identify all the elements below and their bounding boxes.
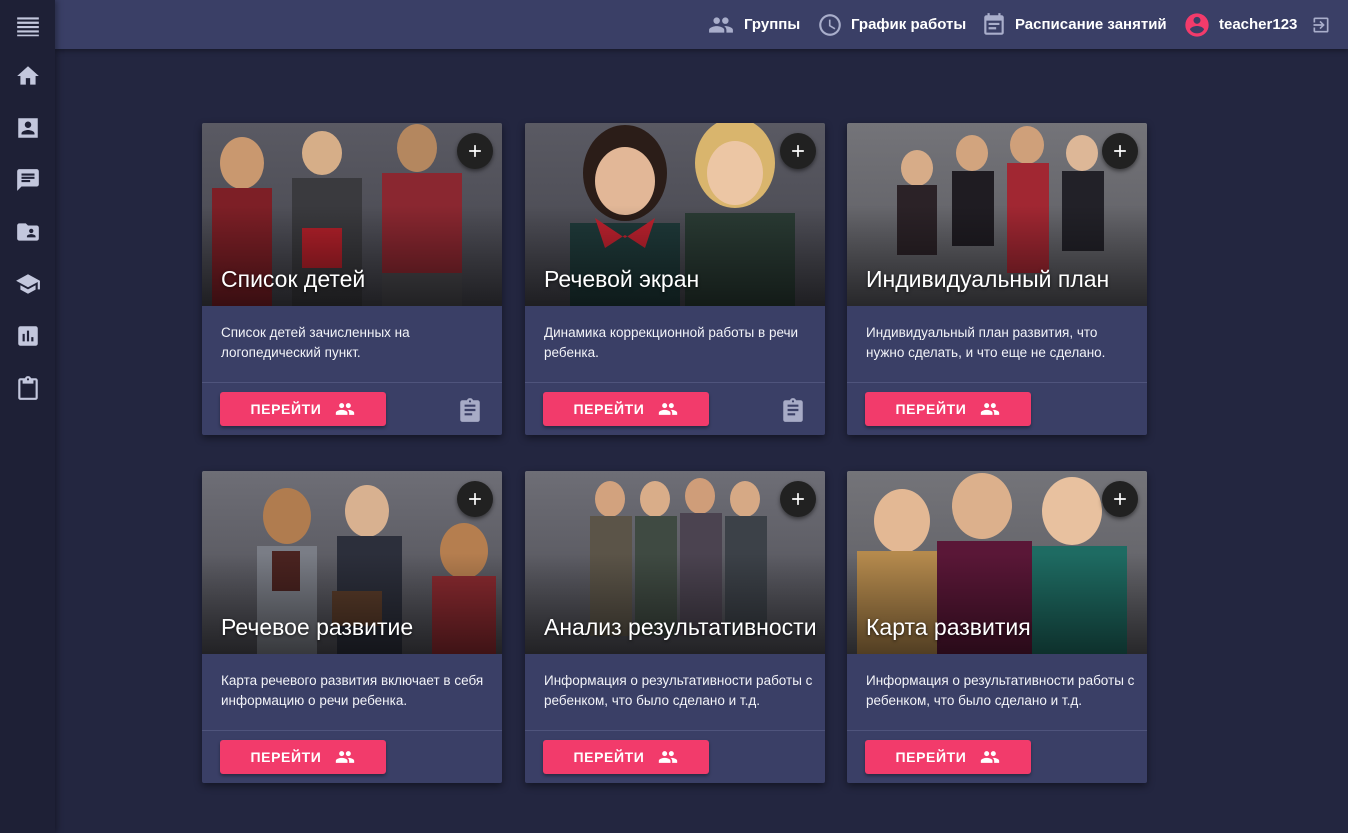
plus-icon bbox=[1114, 493, 1126, 505]
calendar-icon bbox=[984, 12, 1004, 35]
go-button-label: ПЕРЕЙТИ bbox=[895, 401, 967, 417]
card-media: Индивидуальный план bbox=[847, 123, 1147, 306]
add-button[interactable] bbox=[457, 133, 493, 169]
assignment-icon bbox=[460, 398, 480, 422]
divider bbox=[525, 382, 825, 383]
contact-card-icon bbox=[17, 118, 38, 138]
plus-icon bbox=[792, 145, 804, 157]
people-icon bbox=[709, 16, 733, 33]
go-button[interactable]: ПЕРЕЙТИ bbox=[220, 740, 386, 774]
divider bbox=[847, 730, 1147, 731]
card-individual-plan: Индивидуальный план Индивидуальный план … bbox=[847, 123, 1147, 435]
sidebar-item-stats[interactable] bbox=[0, 316, 55, 356]
clipboard-button[interactable] bbox=[779, 396, 807, 424]
divider bbox=[847, 382, 1147, 383]
folder-shared-icon bbox=[16, 223, 39, 241]
sidebar-item-home[interactable] bbox=[0, 56, 55, 96]
menu-icon bbox=[16, 17, 39, 37]
clipboard-icon bbox=[17, 376, 38, 400]
card-description: Информация о результативности работы с р… bbox=[866, 673, 1135, 708]
go-button-label: ПЕРЕЙТИ bbox=[250, 401, 322, 417]
add-button[interactable] bbox=[1102, 133, 1138, 169]
groups-label: Группы bbox=[744, 16, 801, 33]
go-button[interactable]: ПЕРЕЙТИ bbox=[543, 392, 709, 426]
card-media: Речевое развитие bbox=[202, 471, 502, 654]
card-title: Список детей bbox=[221, 266, 366, 292]
card-title: Карта развития bbox=[866, 614, 1031, 640]
go-button[interactable]: ПЕРЕЙТИ bbox=[865, 392, 1031, 426]
go-button[interactable]: ПЕРЕЙТИ bbox=[220, 392, 386, 426]
go-button[interactable]: ПЕРЕЙТИ bbox=[865, 740, 1031, 774]
add-button[interactable] bbox=[457, 481, 493, 517]
divider bbox=[202, 382, 502, 383]
card-description: Индивидуальный план развития, что нужно … bbox=[866, 325, 1106, 360]
menu-toggle-button[interactable] bbox=[0, 6, 55, 46]
timetable-link[interactable]: Расписание занятий bbox=[981, 0, 1167, 49]
add-button[interactable] bbox=[780, 133, 816, 169]
timetable-label: Расписание занятий bbox=[1015, 16, 1167, 33]
card-title: Речевой экран bbox=[544, 266, 700, 292]
card-description: Список детей зачисленных на логопедическ… bbox=[221, 325, 410, 360]
logout-button[interactable] bbox=[1311, 0, 1331, 49]
account-circle-icon bbox=[1185, 12, 1209, 37]
home-icon bbox=[16, 66, 39, 85]
people-icon bbox=[981, 403, 1000, 415]
add-button[interactable] bbox=[1102, 481, 1138, 517]
card-speech-screen: Речевой экран Динамика коррекционной раб… bbox=[525, 123, 825, 435]
card-media: Список детей bbox=[202, 123, 502, 306]
assignment-icon bbox=[783, 398, 803, 422]
card-media: Анализ результативности bbox=[525, 471, 825, 654]
divider bbox=[525, 730, 825, 731]
people-icon bbox=[981, 751, 1000, 763]
card-title: Анализ результативности bbox=[544, 614, 817, 640]
card-description: Карта речевого развития включает в себя … bbox=[221, 673, 484, 708]
sidebar-item-contacts[interactable] bbox=[0, 108, 55, 148]
add-button[interactable] bbox=[780, 481, 816, 517]
user-profile[interactable]: teacher123 bbox=[1183, 0, 1297, 49]
plus-icon bbox=[792, 493, 804, 505]
card-effectiveness-analysis: Анализ результативности Информация о рез… bbox=[525, 471, 825, 783]
sidebar bbox=[0, 0, 55, 833]
divider bbox=[202, 730, 502, 731]
school-icon bbox=[15, 274, 40, 294]
work-schedule-link[interactable]: График работы bbox=[817, 0, 966, 49]
topbar: Группы График работы Расписание занятий … bbox=[55, 0, 1348, 49]
card-description: Информация о результативности работы с р… bbox=[544, 673, 813, 708]
go-button-label: ПЕРЕЙТИ bbox=[573, 749, 645, 765]
card-media: Речевой экран bbox=[525, 123, 825, 306]
go-button[interactable]: ПЕРЕЙТИ bbox=[543, 740, 709, 774]
card-speech-development: Речевое развитие Карта речевого развития… bbox=[202, 471, 502, 783]
card-media: Карта развития bbox=[847, 471, 1147, 654]
sidebar-item-folder[interactable] bbox=[0, 212, 55, 252]
card-children-list: Список детей Список детей зачисленных на… bbox=[202, 123, 502, 435]
plus-icon bbox=[469, 145, 481, 157]
people-icon bbox=[659, 403, 678, 415]
sidebar-item-education[interactable] bbox=[0, 264, 55, 304]
username: teacher123 bbox=[1219, 16, 1298, 33]
people-icon bbox=[659, 751, 678, 763]
sidebar-item-clipboard[interactable] bbox=[0, 368, 55, 408]
people-icon bbox=[336, 403, 355, 415]
card-title: Индивидуальный план bbox=[866, 266, 1110, 292]
work-schedule-label: График работы bbox=[851, 16, 967, 33]
go-button-label: ПЕРЕЙТИ bbox=[573, 401, 645, 417]
go-button-label: ПЕРЕЙТИ bbox=[895, 749, 967, 765]
chart-icon bbox=[17, 326, 38, 346]
groups-link[interactable]: Группы bbox=[706, 0, 800, 49]
plus-icon bbox=[1114, 145, 1126, 157]
chat-icon bbox=[16, 169, 39, 191]
card-description: Динамика коррекционной работы в речи реб… bbox=[544, 325, 799, 360]
plus-icon bbox=[469, 493, 481, 505]
logout-icon bbox=[1313, 17, 1329, 32]
card-title: Речевое развитие bbox=[221, 614, 414, 640]
sidebar-item-messages[interactable] bbox=[0, 160, 55, 200]
go-button-label: ПЕРЕЙТИ bbox=[250, 749, 322, 765]
card-development-map: Карта развития Информация о результативн… bbox=[847, 471, 1147, 783]
clipboard-button[interactable] bbox=[456, 396, 484, 424]
people-icon bbox=[336, 751, 355, 763]
clock-icon bbox=[819, 13, 841, 36]
